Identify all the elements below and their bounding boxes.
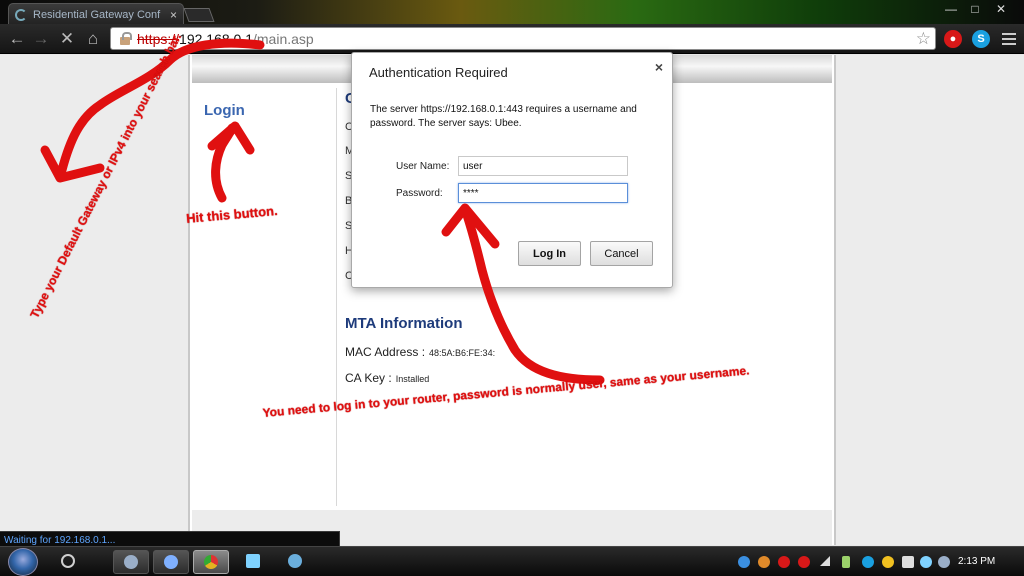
close-window-button[interactable]: ✕ [990,1,1012,17]
ca-key-row: CA Key : Installed [345,371,429,385]
new-tab-button[interactable] [183,8,215,22]
maximize-button[interactable]: □ [964,1,986,17]
login-link[interactable]: Login [204,102,245,119]
cancel-button[interactable]: Cancel [590,241,653,266]
url-path: /main.asp [253,30,314,47]
minimize-button[interactable]: — [940,1,962,17]
dialog-title: Authentication Required [369,65,508,80]
tray-battery-icon[interactable] [842,556,850,568]
adblock-icon[interactable]: ● [944,30,962,48]
page-column-divider [336,88,337,506]
mta-information-heading: MTA Information [345,315,463,332]
tab-close-icon[interactable]: × [170,8,177,22]
dialog-message: The server https://192.168.0.1:443 requi… [370,104,637,129]
ca-key-label: CA Key : [345,371,392,385]
tray-snowflake-icon[interactable] [920,556,932,568]
skype-icon[interactable]: S [972,30,990,48]
tray-norton-icon[interactable] [882,556,894,568]
ca-key-value: Installed [395,374,430,384]
password-field[interactable] [458,183,628,203]
mac-address-row: MAC Address :48:5A:B6:FE:34: [345,345,495,359]
stop-button[interactable]: ✕ [56,28,78,50]
forward-button[interactable]: → [30,28,52,50]
windows-taskbar: 2:13 PM [0,546,1024,576]
bookmark-star-icon[interactable]: ☆ [916,29,931,49]
browser-toolbar: ← → ✕ ⌂ https://192.168.0.1/main.asp ☆ ●… [0,24,1024,54]
taskbar-app-steam[interactable] [113,550,149,574]
tray-adblock-icon[interactable] [798,556,810,568]
authentication-dialog: Authentication Required × The server htt… [351,52,673,288]
tray-bag-icon[interactable] [758,556,770,568]
taskbar-app-keyboard[interactable] [235,550,271,574]
taskbar-clock[interactable]: 2:13 PM [958,556,995,567]
taskbar-app-search[interactable] [50,550,86,574]
start-button[interactable] [8,548,38,576]
tray-skype-icon[interactable] [862,556,874,568]
tab-title: Residential Gateway Conf [33,8,161,21]
log-in-button[interactable]: Log In [518,241,581,266]
browser-titlebar: Residential Gateway Conf × — □ ✕ [0,0,1024,25]
tray-globe-icon[interactable] [738,556,750,568]
tray-steam-icon[interactable] [938,556,950,568]
tray-beats-icon[interactable] [778,556,790,568]
broken-lock-icon[interactable] [117,31,133,47]
username-field[interactable] [458,156,628,176]
tray-volume-icon[interactable] [902,556,914,568]
menu-wrench-icon[interactable] [1000,30,1018,48]
taskbar-app-chrome[interactable] [193,550,229,574]
username-label: User Name: [396,161,450,172]
taskbar-app-media[interactable] [153,550,189,574]
address-bar[interactable]: https://192.168.0.1/main.asp ☆ [110,27,936,50]
tray-network-icon[interactable] [820,556,830,566]
url-host: 192.168.0.1 [179,30,253,47]
dialog-close-icon[interactable]: × [655,59,663,75]
back-button[interactable]: ← [6,28,28,50]
password-label: Password: [396,188,443,199]
loading-spinner-icon [15,8,27,21]
tab-residential-gateway[interactable]: Residential Gateway Conf × [8,3,184,25]
taskbar-app-gear[interactable] [277,550,313,574]
mac-address-label: MAC Address : [345,345,426,359]
home-button[interactable]: ⌂ [82,28,104,50]
mac-address-value: 48:5A:B6:FE:34: [429,348,496,358]
